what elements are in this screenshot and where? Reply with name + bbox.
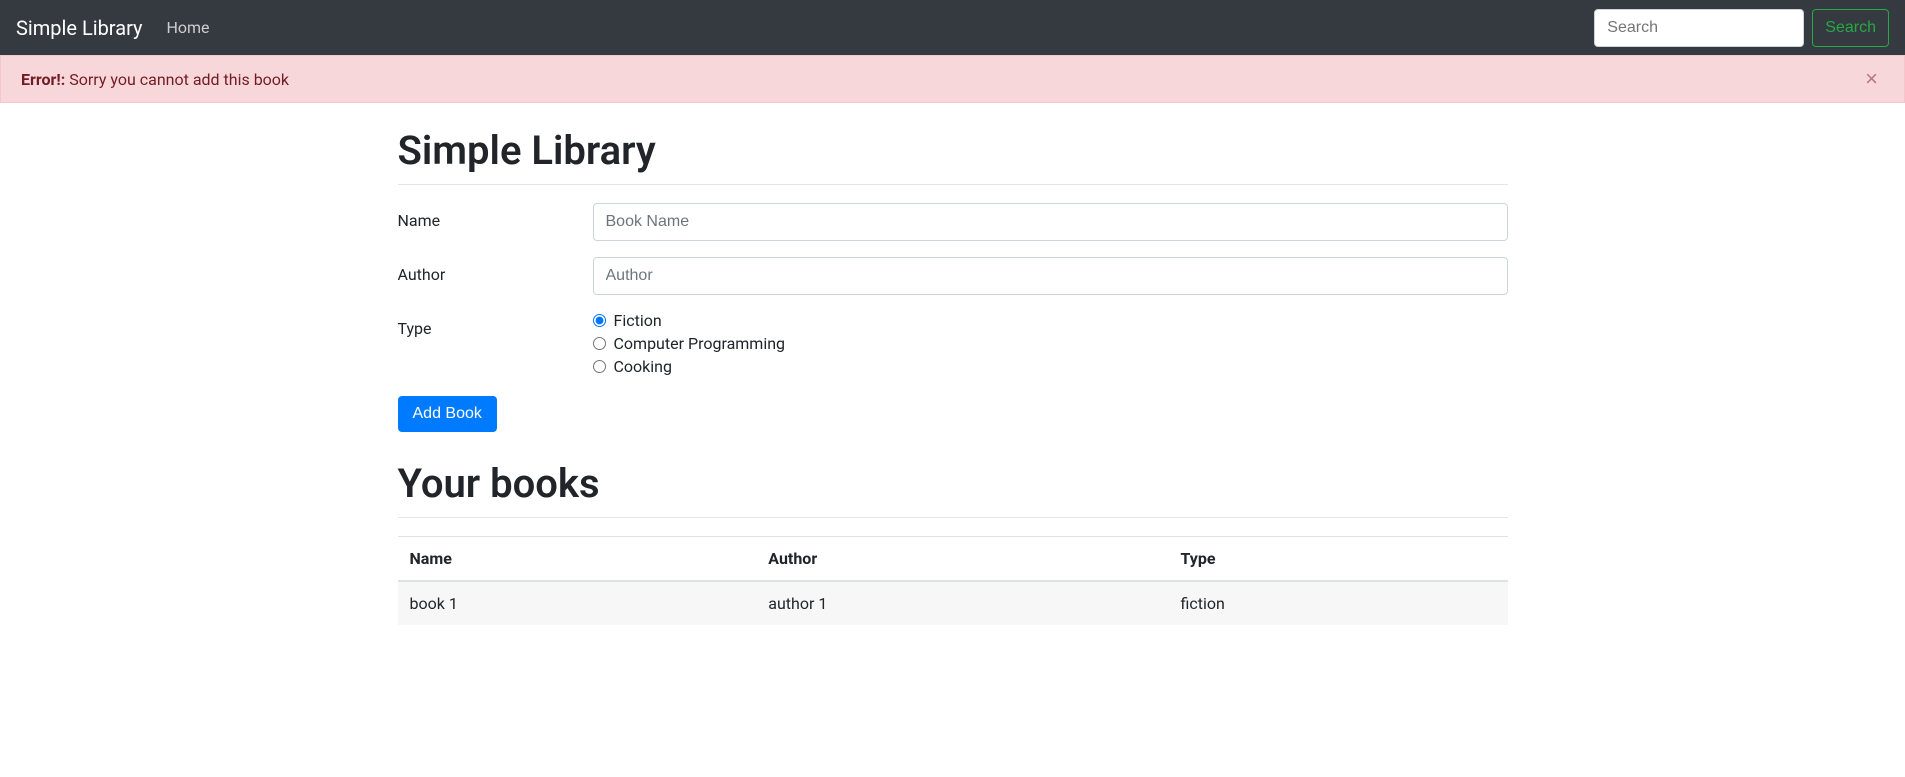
title-divider bbox=[398, 184, 1508, 185]
name-label: Name bbox=[398, 203, 593, 230]
alert-message: Sorry you cannot add this book bbox=[69, 70, 289, 89]
close-icon: × bbox=[1865, 66, 1878, 91]
type-option-label: Cooking bbox=[614, 357, 672, 376]
type-option-label: Computer Programming bbox=[614, 334, 786, 353]
search-button[interactable]: Search bbox=[1812, 9, 1889, 47]
books-table: Name Author Type book 1 author 1 fiction bbox=[398, 536, 1508, 625]
type-radio-cooking[interactable] bbox=[593, 360, 606, 373]
add-book-button[interactable]: Add Book bbox=[398, 396, 497, 432]
type-radio-fiction[interactable] bbox=[593, 314, 606, 327]
search-input[interactable] bbox=[1594, 9, 1804, 47]
navbar-right: Search bbox=[1594, 9, 1889, 47]
section-divider bbox=[398, 517, 1508, 518]
book-name-input[interactable] bbox=[593, 203, 1508, 241]
author-label: Author bbox=[398, 257, 593, 284]
table-header-row: Name Author Type bbox=[398, 537, 1508, 582]
type-label: Type bbox=[398, 311, 593, 338]
col-header-name: Name bbox=[398, 537, 757, 582]
table-row: book 1 author 1 fiction bbox=[398, 581, 1508, 625]
cell-type: fiction bbox=[1168, 581, 1507, 625]
author-input[interactable] bbox=[593, 257, 1508, 295]
section-title: Your books bbox=[398, 460, 1508, 517]
navbar-brand[interactable]: Simple Library bbox=[16, 16, 142, 40]
main-container: Simple Library Name Author Type Fiction bbox=[383, 127, 1523, 625]
cell-name: book 1 bbox=[398, 581, 757, 625]
type-radio-computer-programming[interactable] bbox=[593, 337, 606, 350]
cell-author: author 1 bbox=[756, 581, 1168, 625]
page-title: Simple Library bbox=[398, 127, 1508, 184]
type-option-label: Fiction bbox=[614, 311, 662, 330]
navbar: Simple Library Home Search bbox=[0, 0, 1905, 55]
col-header-author: Author bbox=[756, 537, 1168, 582]
nav-home-link[interactable]: Home bbox=[166, 18, 209, 37]
add-book-form: Name Author Type Fiction Computer Progra… bbox=[398, 203, 1508, 432]
error-alert: Error!: Sorry you cannot add this book × bbox=[0, 55, 1905, 103]
alert-close-button[interactable]: × bbox=[1859, 68, 1884, 90]
col-header-type: Type bbox=[1168, 537, 1507, 582]
alert-strong: Error!: bbox=[21, 70, 65, 89]
